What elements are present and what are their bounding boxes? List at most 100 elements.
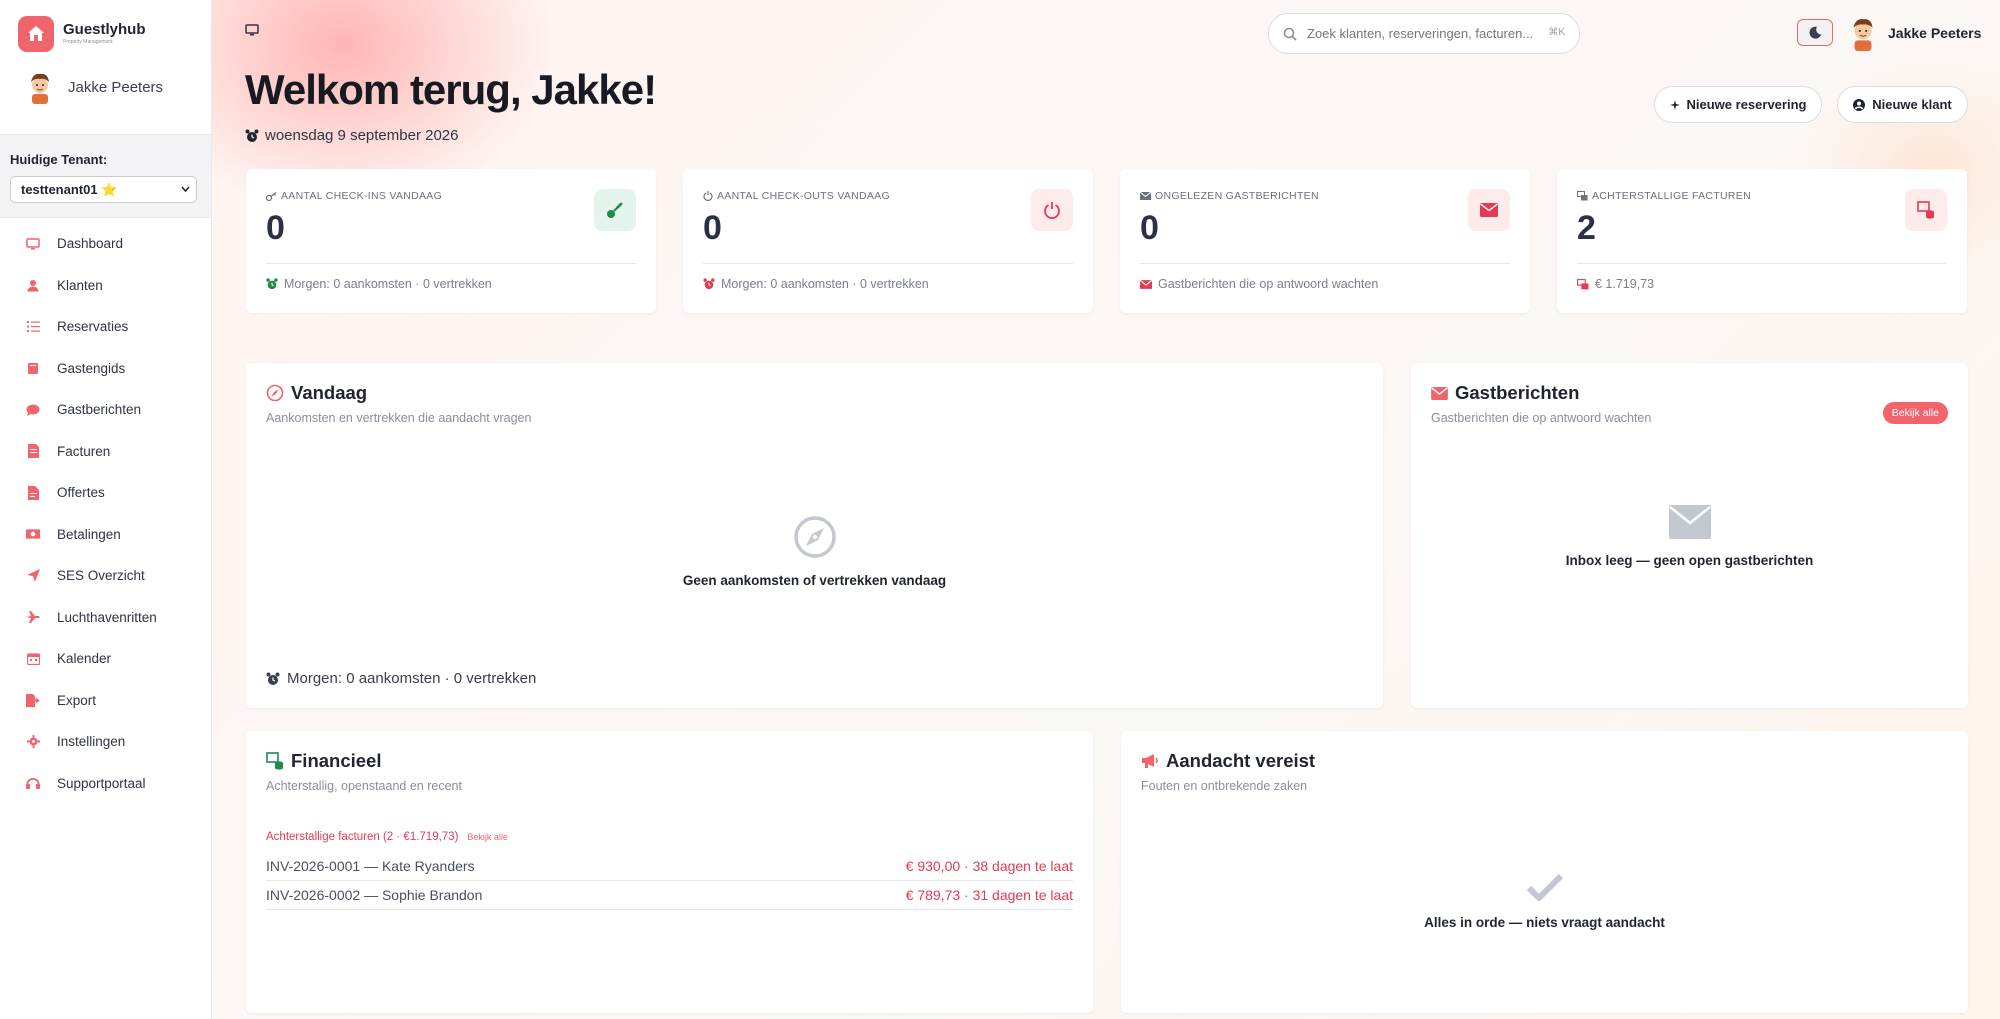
empty-state: Inbox leeg — geen open gastberichten [1411, 505, 1968, 568]
invoice-stack-icon [1577, 278, 1589, 290]
sidebar-item-offertes[interactable]: Offertes [0, 472, 211, 514]
sidebar-item-export[interactable]: Export [0, 680, 211, 722]
attention-panel: Aandacht vereist Fouten en ontbrekende z… [1121, 731, 1968, 1013]
invoice-row[interactable]: INV-2026-0001 — Kate Ryanders € 930,00 ·… [266, 852, 1073, 881]
search-icon [1283, 27, 1297, 41]
export-icon [26, 693, 40, 707]
sidebar-item-ses-overzicht[interactable]: SES Overzicht [0, 555, 211, 597]
sidebar-item-label: Gastengids [57, 360, 126, 376]
file-icon [26, 485, 40, 500]
alarm-clock-icon [266, 278, 278, 290]
sidebar-item-label: Instellingen [57, 734, 126, 750]
checkmark-icon [1526, 873, 1563, 901]
finance-icon [266, 752, 284, 770]
overdue-invoices-header: Achterstallige facturen (2 · €1.719,73) … [266, 831, 508, 843]
tenant-section: Huidige Tenant: testtenant01 ⭐ [0, 134, 211, 218]
stat-label: ONGELEZEN GASTBERICHTEN [1140, 190, 1319, 202]
sidebar-item-dashboard[interactable]: Dashboard [0, 223, 211, 265]
stat-badge [1905, 189, 1947, 231]
alarm-clock-icon [266, 672, 280, 686]
view-all-messages-button[interactable]: Bekijk alle [1882, 402, 1948, 424]
panel-subtitle: Fouten en ontbrekende zaken [1141, 779, 1308, 793]
sidebar-item-label: Betalingen [57, 526, 121, 542]
stat-footer: Morgen: 0 aankomsten · 0 vertrekken [703, 277, 929, 291]
empty-state: Alles in orde — niets vraagt aandacht [1121, 873, 1968, 930]
brand[interactable]: Guestlyhub Property Management [18, 16, 146, 52]
envelope-icon [1431, 386, 1448, 400]
stat-value: 2 [1577, 209, 1596, 247]
home-logo-icon [18, 16, 54, 52]
chat-icon [26, 403, 40, 417]
sidebar-item-reservaties[interactable]: Reservaties [0, 306, 211, 348]
tenant-label: Huidige Tenant: [10, 152, 108, 167]
stat-badge [594, 189, 636, 231]
tenant-select[interactable]: testtenant01 ⭐ [10, 176, 197, 203]
tenant-selected-value: testtenant01 ⭐ [21, 182, 118, 197]
new-reservation-button[interactable]: Nieuwe reservering [1654, 86, 1822, 123]
main-content: ⌘K Jakke Peeters Welkom terug, Jakke! wo… [212, 0, 2000, 1019]
stat-card-checkins[interactable]: AANTAL CHECK-INS VANDAAG 0 Morgen: 0 aan… [246, 169, 656, 313]
sidebar-item-instellingen[interactable]: Instellingen [0, 721, 211, 763]
sidebar-item-supportportaal[interactable]: Supportportaal [0, 763, 211, 805]
view-all-invoices-link[interactable]: Bekijk alle [467, 832, 508, 842]
stat-footer: € 1.719,73 [1577, 277, 1654, 291]
monitor-icon[interactable] [245, 24, 259, 36]
sidebar-item-label: Gastberichten [57, 402, 142, 418]
new-client-button[interactable]: Nieuwe klant [1837, 86, 1968, 123]
power-icon [703, 191, 713, 201]
sparkle-icon [1669, 99, 1680, 110]
sidebar: Guestlyhub Property Management Jakke Pee… [0, 0, 212, 1019]
sidebar-item-label: Supportportaal [57, 775, 146, 791]
search-bar[interactable]: ⌘K [1268, 13, 1580, 54]
support-icon [26, 776, 40, 790]
stat-card-checkouts[interactable]: AANTAL CHECK-OUTS VANDAAG 0 Morgen: 0 aa… [683, 169, 1093, 313]
sidebar-nav: Dashboard Klanten Reservaties Gastengids… [0, 223, 211, 804]
stat-footer: Gastberichten die op antwoord wachten [1140, 277, 1378, 291]
sidebar-item-betalingen[interactable]: Betalingen [0, 514, 211, 556]
empty-state-text: Alles in orde — niets vraagt aandacht [1424, 915, 1665, 930]
current-date: woensdag 9 september 2026 [245, 127, 458, 144]
invoice-title: INV-2026-0002 — Sophie Brandon [266, 887, 483, 903]
chevron-down-icon [181, 186, 190, 193]
sidebar-item-gastengids[interactable]: Gastengids [0, 348, 211, 390]
panel-title: Aandacht vereist [1141, 750, 1315, 772]
sidebar-item-gastberichten[interactable]: Gastberichten [0, 389, 211, 431]
dark-mode-toggle[interactable] [1797, 19, 1833, 46]
sidebar-item-facturen[interactable]: Facturen [0, 431, 211, 473]
stat-value: 0 [1140, 209, 1159, 247]
megaphone-icon [1141, 753, 1159, 769]
search-input[interactable] [1307, 26, 1537, 41]
sidebar-item-klanten[interactable]: Klanten [0, 265, 211, 307]
empty-state: Geen aankomsten of vertrekken vandaag [246, 515, 1383, 588]
finance-panel: Financieel Achterstallig, openstaand en … [246, 731, 1093, 1013]
list-icon [26, 320, 40, 334]
stat-label: AANTAL CHECK-OUTS VANDAAG [703, 190, 890, 202]
user-menu[interactable]: Jakke Peeters [1848, 15, 1981, 51]
search-shortcut: ⌘K [1548, 27, 1565, 38]
sidebar-item-label: Kalender [57, 651, 112, 667]
invoice-row[interactable]: INV-2026-0002 — Sophie Brandon € 789,73 … [266, 881, 1073, 910]
invoice-amount: € 789,73 · 31 dagen te laat [905, 887, 1073, 903]
invoice-stack-icon [1917, 201, 1935, 219]
sidebar-item-luchthavenritten[interactable]: Luchthavenritten [0, 597, 211, 639]
panel-subtitle: Achterstallig, openstaand en recent [266, 779, 462, 793]
stat-badge [1031, 189, 1073, 231]
sidebar-item-label: SES Overzicht [57, 568, 145, 584]
stat-card-unread-messages[interactable]: ONGELEZEN GASTBERICHTEN 0 Gastberichten … [1120, 169, 1530, 313]
stat-label: ACHTERSTALLIGE FACTUREN [1577, 190, 1751, 202]
stat-card-overdue-invoices[interactable]: ACHTERSTALLIGE FACTUREN 2 € 1.719,73 [1557, 169, 1967, 313]
envelope-icon [1140, 192, 1151, 200]
alarm-clock-icon [245, 129, 259, 143]
plane-icon [26, 610, 40, 624]
panel-title: Vandaag [266, 382, 367, 404]
sidebar-user[interactable]: Jakke Peeters [26, 70, 163, 104]
moon-icon [1809, 26, 1822, 39]
stat-value: 0 [266, 209, 285, 247]
gear-icon [26, 735, 40, 749]
panel-title: Gastberichten [1431, 382, 1579, 404]
power-icon [1043, 201, 1061, 219]
avatar [26, 70, 54, 104]
sidebar-item-kalender[interactable]: Kalender [0, 638, 211, 680]
envelope-icon [1140, 279, 1152, 289]
stat-label: AANTAL CHECK-INS VANDAAG [266, 190, 442, 202]
